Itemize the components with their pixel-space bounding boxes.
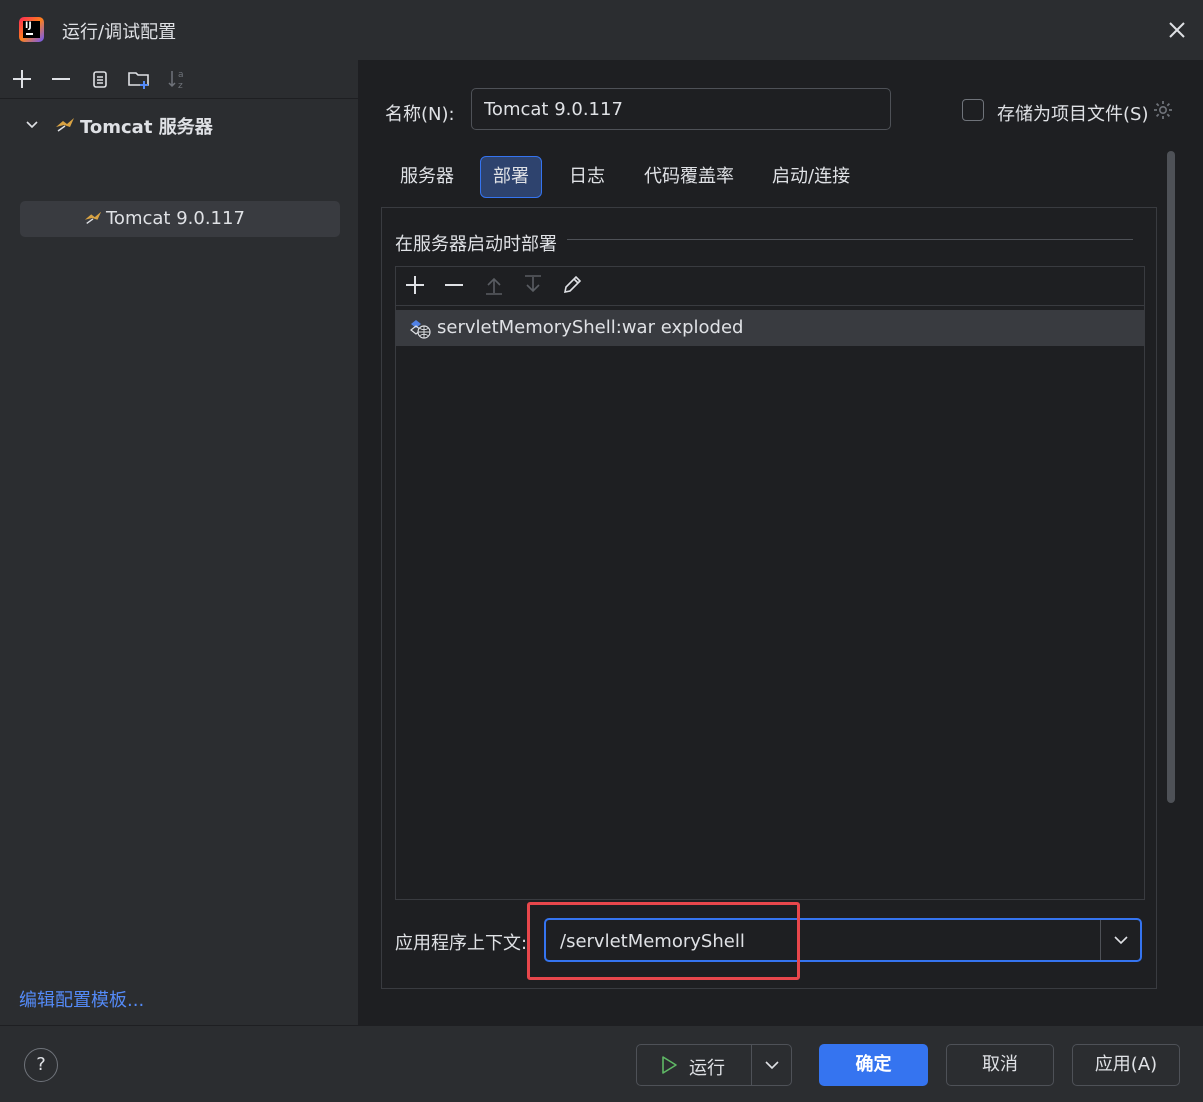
tab-deployment[interactable]: 部署	[480, 156, 542, 198]
svg-text:z: z	[178, 81, 183, 91]
section-title: 在服务器启动时部署	[395, 234, 557, 255]
svg-text:a: a	[178, 70, 184, 80]
edit-icon[interactable]	[560, 273, 584, 297]
application-context-combobox[interactable]	[544, 918, 1142, 962]
run-split-button: 运行	[636, 1044, 792, 1086]
vertical-scrollbar[interactable]	[1167, 151, 1175, 803]
cancel-button[interactable]: 取消	[946, 1044, 1054, 1086]
tab-startup-connection[interactable]: 启动/连接	[760, 157, 862, 197]
store-as-project-file-label[interactable]: 存储为项目文件(S)	[997, 100, 1148, 126]
add-icon[interactable]	[403, 273, 427, 297]
application-context-label: 应用程序上下文:	[395, 933, 528, 954]
web-artifact-icon	[410, 320, 431, 339]
tab-server[interactable]: 服务器	[388, 157, 466, 197]
move-up-icon[interactable]	[482, 273, 506, 297]
ok-button[interactable]: 确定	[819, 1044, 928, 1086]
remove-icon[interactable]	[442, 273, 466, 297]
window-title: 运行/调试配置	[62, 22, 177, 43]
gear-icon[interactable]	[1152, 99, 1174, 121]
close-icon[interactable]	[1163, 16, 1191, 44]
tree-item-tomcat-9[interactable]: Tomcat 9.0.117	[20, 201, 340, 237]
tomcat-icon	[84, 211, 102, 224]
configuration-editor: 名称(N): 存储为项目文件(S) 服务器 部署 日志 代码覆盖率 启动/连接 …	[359, 60, 1203, 1025]
configuration-tree-panel: az Tomcat 服务器 Tomcat 9.0.117 编辑配置模板...	[0, 60, 359, 1025]
new-folder-icon[interactable]	[127, 67, 151, 91]
combo-divider	[1100, 920, 1101, 960]
chevron-down-icon[interactable]	[752, 1045, 791, 1085]
title-bar: IJ 运行/调试配置	[0, 0, 1203, 60]
help-button[interactable]: ?	[24, 1048, 58, 1082]
edit-templates-link[interactable]: 编辑配置模板...	[19, 986, 144, 1012]
tab-logs[interactable]: 日志	[557, 157, 617, 197]
dialog-footer: ? 运行 确定 取消 应用(A)	[0, 1025, 1203, 1102]
tree-toolbar: az	[0, 60, 358, 99]
deployment-list-panel: servletMemoryShell:war exploded	[395, 266, 1145, 900]
chevron-down-icon[interactable]	[24, 116, 40, 132]
deployment-tab-content: 在服务器启动时部署 servletMemoryShell:war explode…	[381, 207, 1157, 989]
play-icon	[662, 1056, 677, 1074]
tree-item-label: Tomcat 9.0.117	[106, 208, 245, 229]
sort-icon[interactable]: az	[166, 67, 190, 91]
artifact-label: servletMemoryShell:war exploded	[437, 317, 744, 338]
store-as-project-file-checkbox[interactable]	[962, 99, 984, 121]
deployment-toolbar	[396, 267, 1144, 306]
run-button[interactable]: 运行	[637, 1045, 751, 1085]
run-button-label: 运行	[689, 1058, 725, 1079]
name-input[interactable]	[471, 88, 891, 130]
move-down-icon[interactable]	[521, 273, 545, 297]
tab-code-coverage[interactable]: 代码覆盖率	[632, 157, 746, 197]
tree-group-tomcat[interactable]: Tomcat 服务器	[20, 112, 340, 138]
remove-icon[interactable]	[49, 67, 73, 91]
add-icon[interactable]	[10, 67, 34, 91]
tomcat-icon	[56, 118, 74, 132]
intellij-logo-icon: IJ	[19, 17, 44, 42]
application-context-input[interactable]	[558, 920, 1092, 962]
apply-button[interactable]: 应用(A)	[1072, 1044, 1180, 1086]
copy-icon[interactable]	[88, 67, 112, 91]
name-label: 名称(N):	[385, 104, 455, 125]
section-divider	[567, 239, 1133, 240]
chevron-down-icon[interactable]	[1102, 920, 1140, 960]
deployment-artifact-row[interactable]: servletMemoryShell:war exploded	[396, 310, 1144, 346]
tree-group-label: Tomcat 服务器	[80, 117, 213, 138]
